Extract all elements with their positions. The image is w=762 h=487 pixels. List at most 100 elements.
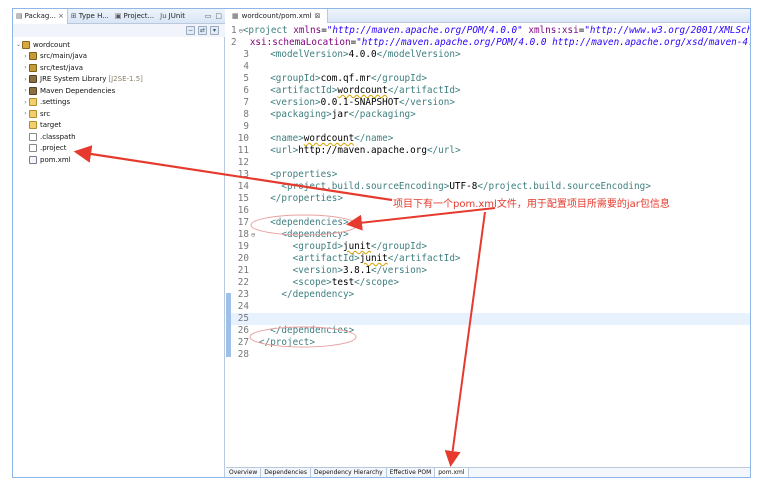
code-line[interactable]: 25 [231,313,750,325]
expand-arrow-icon[interactable]: › [22,110,29,117]
line-number: 20 [237,253,249,264]
code-line[interactable]: 26 </dependencies> [231,325,750,337]
tab-package-explorer[interactable]: ▤ Packag... × [13,9,68,24]
expand-arrow-icon[interactable]: › [22,76,29,83]
code-line[interactable]: 4 [231,61,750,73]
expand-arrow-icon[interactable]: › [22,87,29,94]
pom-page-tab[interactable]: Dependencies [261,468,311,477]
code-line[interactable]: 6 <artifactId>wordcount</artifactId> [231,85,750,97]
pom-page-tab[interactable]: Overview [226,468,262,477]
tree-node[interactable]: › Maven Dependencies [22,85,223,97]
tree-node-label: JRE System Library [40,75,107,84]
code-line[interactable]: 5 <groupId>com.qf.mr</groupId> [231,73,750,85]
tree-children: › src/main/java › src/test/java › JRE System … [15,51,223,166]
tree-node[interactable]: › JRE System Library [J2SE-1.5] [22,74,223,86]
code-line[interactable]: 2 xsi:schemaLocation="http://maven.apach… [231,37,750,49]
line-text: <dependencies> [270,217,349,228]
tree-node[interactable]: › src/main/java [22,51,223,63]
file-icon [29,132,37,141]
tree-node-label: .settings [40,98,71,107]
link-with-editor-icon[interactable]: ⇄ [198,26,207,35]
code-line[interactable]: 8 <packaging>jar</packaging> [231,109,750,121]
source-text-area[interactable]: 1 ⊖ <project xmlns="http://maven.apache.or… [226,25,750,465]
tree-node[interactable]: .project [22,143,223,155]
code-line[interactable]: 18 ⊖ <dependency> [231,229,750,241]
fold-toggle-icon [251,253,259,265]
eclipse-window: ▤ Packag... × ⊞ Type H... ▣ Project... J… [12,8,751,478]
expand-arrow-icon[interactable]: › [22,64,29,71]
fold-toggle-icon [251,289,259,301]
line-text: <url>http://maven.apache.org</url> [270,145,461,156]
tree-node-label: .project [40,144,67,153]
view-tab-bar: ▤ Packag... × ⊞ Type H... ▣ Project... J… [13,9,225,24]
pom-page-tab[interactable]: Effective POM [387,468,436,477]
tree-node[interactable]: target [22,120,223,132]
line-number: 3 [243,49,249,60]
code-line[interactable]: 7 <version>0.0.1-SNAPSHOT</version> [231,97,750,109]
tree-node[interactable]: pom.xml [22,154,223,166]
collapse-arrow-icon[interactable]: ⌄ [15,41,22,48]
code-line[interactable]: 21 <version>3.8.1</version> [231,265,750,277]
editor-tab-pom[interactable]: ▦ wordcount/pom.xml ⊠ [226,9,328,23]
fold-toggle-icon [251,301,259,313]
code-line[interactable]: 9 [231,121,750,133]
library-icon [29,86,37,95]
line-number: 21 [237,265,249,276]
pom-editor: ▦ wordcount/pom.xml ⊠ 1 ⊖ <project xmlns="… [226,9,750,477]
expand-arrow-icon[interactable]: › [22,53,29,60]
code-line[interactable]: 27 </project> [231,337,750,349]
code-line[interactable]: 28 [231,349,750,361]
folder-icon [29,109,37,118]
pom-page-tab[interactable]: pom.xml [435,468,469,477]
fold-toggle-icon [251,121,259,133]
tree-node-label: src [40,109,51,118]
fold-toggle-icon [251,169,259,181]
tree-node-label: .classpath [40,132,76,141]
fold-toggle-icon [251,97,259,109]
tab-project-explorer[interactable]: ▣ Project... [112,9,157,24]
code-line[interactable]: 13 <properties> [231,169,750,181]
fold-toggle-icon [251,49,259,61]
view-menu-icon[interactable]: ▾ [210,26,219,35]
line-text: <dependency> [281,229,349,240]
code-line[interactable]: 10 <name>wordcount</name> [231,133,750,145]
code-line[interactable]: 11 <url>http://maven.apache.org</url> [231,145,750,157]
code-line[interactable]: 14 <project.build.sourceEncoding>UTF-8</… [231,181,750,193]
tree-node[interactable]: › .settings [22,97,223,109]
code-line[interactable]: 17 <dependencies> [231,217,750,229]
tree-node[interactable]: › src [22,108,223,120]
code-line[interactable]: 20 <artifactId>junit</artifactId> [231,253,750,265]
close-icon[interactable]: ⊠ [315,12,321,20]
code-line[interactable]: 23 </dependency> [231,289,750,301]
code-line[interactable]: 3 <modelVersion>4.0.0</modelVersion> [231,49,750,61]
tab-junit[interactable]: Ju JUnit [157,9,188,24]
close-icon[interactable]: × [58,12,64,20]
line-text: </dependencies> [270,325,355,336]
fold-toggle-icon [251,181,259,193]
line-text: <scope>test</scope> [292,277,399,288]
tree-node[interactable]: .classpath [22,131,223,143]
line-text: <version>0.0.1-SNAPSHOT</version> [270,97,455,108]
minimize-icon[interactable]: ▭ [205,12,212,20]
code-line[interactable]: 22 <scope>test</scope> [231,277,750,289]
tab-type-hierarchy[interactable]: ⊞ Type H... [68,9,112,24]
collapse-all-icon[interactable]: − [186,26,195,35]
code-line[interactable]: 12 [231,157,750,169]
line-number: 6 [243,85,249,96]
pom-page-tab[interactable]: Dependency Hierarchy [311,468,387,477]
code-line[interactable]: 1 ⊖ <project xmlns="http://maven.apache.or… [231,25,750,37]
xml-file-icon: ▦ [232,12,239,20]
code-line[interactable]: 24 [231,301,750,313]
type-hierarchy-icon: ⊞ [70,12,77,20]
maximize-icon[interactable]: □ [215,12,222,20]
project-tree: ⌄ wordcount › src/main/java › src/test/java… [15,39,223,166]
tree-node-project[interactable]: ⌄ wordcount [15,39,223,51]
annotation-note: 项目下有一个pom.xml文件，用于配置项目所需要的jar包信息 [393,199,670,210]
package-explorer-view: ▤ Packag... × ⊞ Type H... ▣ Project... J… [13,9,225,477]
fold-toggle-icon [251,349,259,361]
code-line[interactable]: 19 <groupId>junit</groupId> [231,241,750,253]
fold-toggle-icon[interactable]: ⊖ [251,229,259,241]
tree-node[interactable]: › src/test/java [22,62,223,74]
editor-tab-bar: ▦ wordcount/pom.xml ⊠ [226,9,750,23]
expand-arrow-icon[interactable]: › [22,99,29,106]
